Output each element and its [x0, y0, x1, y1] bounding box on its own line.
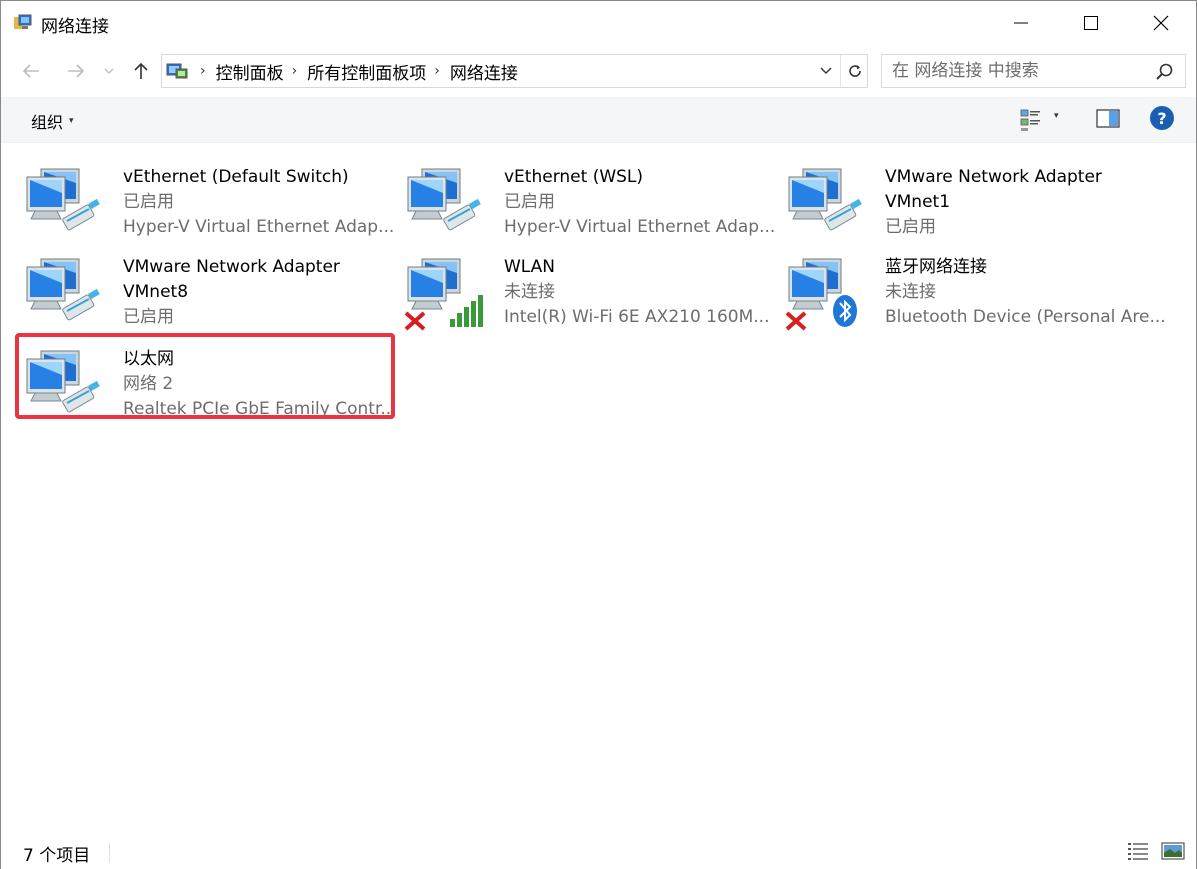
connection-name: VMware Network Adapter VMnet1	[885, 167, 1102, 212]
monitor-icon	[407, 258, 461, 310]
change-view-icon[interactable]	[1019, 107, 1047, 133]
monitor-icon	[407, 168, 461, 220]
network-cable-icon	[62, 198, 100, 231]
forward-arrow-icon	[68, 64, 85, 78]
connection-status: 未连接	[504, 282, 555, 302]
maximize-button[interactable]	[1056, 1, 1126, 45]
recent-locations-button[interactable]	[97, 57, 121, 85]
item-count: 7 个项目	[23, 846, 91, 866]
connections-list: vEthernet (Default Switch) 已启用 Hyper-V Vir…	[1, 143, 1196, 823]
search-box[interactable]	[881, 54, 1186, 88]
connection-status: 未连接	[885, 282, 936, 302]
crumb-all-control-panel-items[interactable]: 所有控制面板项	[307, 59, 426, 84]
connection-status: 已启用	[123, 307, 174, 327]
status-bar: 7 个项目	[1, 823, 1196, 869]
wifi-adapter-icon	[404, 253, 494, 331]
search-icon[interactable]	[1155, 62, 1175, 82]
connection-item[interactable]: vEthernet (WSL) 已启用 Hyper-V Virtual Ethern…	[396, 151, 776, 237]
connection-item[interactable]: vEthernet (Default Switch) 已启用 Hyper-V Vir…	[15, 151, 395, 237]
connection-item[interactable]: VMware Network Adapter VMnet1 已启用	[777, 151, 1157, 237]
breadcrumb: › 控制面板 › 所有控制面板项 › 网络连接	[192, 55, 518, 87]
search-input[interactable]	[892, 59, 1142, 83]
monitor-icon	[26, 258, 80, 310]
minimize-button[interactable]	[986, 1, 1056, 45]
chevron-down-icon	[104, 68, 114, 74]
view-options-dropdown[interactable]: ▾	[1054, 111, 1059, 121]
ethernet-adapter-icon	[23, 163, 113, 237]
signal-bars-icon	[450, 295, 483, 327]
connection-device: Bluetooth Device (Personal Are...	[885, 307, 1165, 327]
connection-name: vEthernet (Default Switch)	[123, 167, 349, 187]
close-button[interactable]	[1126, 1, 1196, 45]
organize-button[interactable]: 组织 ▾	[31, 109, 74, 133]
network-folder-icon	[14, 14, 32, 29]
refresh-button[interactable]	[840, 55, 868, 87]
details-view-icon[interactable]	[1127, 841, 1149, 861]
connection-name: 蓝牙网络连接	[885, 257, 987, 277]
chevron-down-icon	[820, 67, 832, 74]
back-arrow-icon	[22, 64, 39, 78]
maximize-icon	[1084, 16, 1098, 30]
help-button[interactable]: ?	[1150, 106, 1174, 130]
connection-name: vEthernet (WSL)	[504, 167, 644, 187]
crumb-network-connections[interactable]: 网络连接	[450, 59, 518, 84]
connection-device: Hyper-V Virtual Ethernet Adap...	[123, 217, 395, 237]
back-button[interactable]	[16, 57, 46, 85]
bluetooth-adapter-icon	[785, 253, 875, 331]
address-row: › 控制面板 › 所有控制面板项 › 网络连接	[1, 45, 1196, 97]
minimize-icon	[1014, 22, 1028, 24]
disconnected-icon	[404, 311, 426, 331]
control-panel-icon	[166, 63, 188, 79]
up-button[interactable]	[126, 57, 156, 85]
large-icons-view-icon[interactable]	[1161, 841, 1185, 861]
connection-status: 已启用	[123, 192, 174, 212]
ethernet-adapter-icon	[785, 163, 875, 237]
preview-pane-icon[interactable]	[1095, 107, 1121, 131]
monitor-icon	[26, 168, 80, 220]
connection-status: 已启用	[885, 217, 936, 237]
network-cable-icon	[62, 288, 100, 321]
connection-name: VMware Network Adapter VMnet8	[123, 257, 340, 302]
connection-name: WLAN	[504, 257, 556, 277]
connection-device: Hyper-V Virtual Ethernet Adap...	[504, 217, 776, 237]
connection-item[interactable]: VMware Network Adapter VMnet8 已启用	[15, 241, 395, 327]
title-bar: 网络连接	[1, 1, 1196, 45]
close-icon	[1153, 15, 1169, 31]
address-bar[interactable]: › 控制面板 › 所有控制面板项 › 网络连接	[161, 54, 868, 88]
chevron-down-icon: ▾	[69, 116, 74, 126]
organize-label: 组织	[31, 113, 64, 132]
network-cable-icon	[824, 198, 862, 231]
connection-device: Intel(R) Wi-Fi 6E AX210 160M...	[504, 307, 770, 327]
address-history-dropdown[interactable]	[814, 55, 838, 87]
bluetooth-icon	[833, 295, 857, 327]
command-bar: 组织 ▾ ▾ ?	[1, 97, 1196, 143]
up-arrow-icon	[134, 62, 148, 79]
connection-status: 已启用	[504, 192, 555, 212]
window-title: 网络连接	[41, 17, 109, 37]
network-cable-icon	[443, 198, 481, 231]
refresh-icon	[848, 65, 861, 77]
forward-button[interactable]	[61, 57, 91, 85]
monitor-icon	[788, 168, 842, 220]
connection-item[interactable]: WLAN 未连接 Intel(R) Wi-Fi 6E AX210 160M...	[396, 241, 776, 331]
network-connections-window: 网络连接 › 控制面板 › 所有控制面板项 › 网络连接 在 网络连接 中搜索 …	[0, 0, 1197, 869]
selection-highlight	[15, 333, 395, 419]
connection-item[interactable]: 蓝牙网络连接 未连接 Bluetooth Device (Personal Are.…	[777, 241, 1165, 331]
monitor-icon	[788, 258, 842, 310]
disconnected-icon	[785, 311, 807, 331]
ethernet-adapter-icon	[23, 253, 113, 327]
crumb-control-panel[interactable]: 控制面板	[216, 59, 284, 84]
ethernet-adapter-icon	[404, 163, 494, 237]
